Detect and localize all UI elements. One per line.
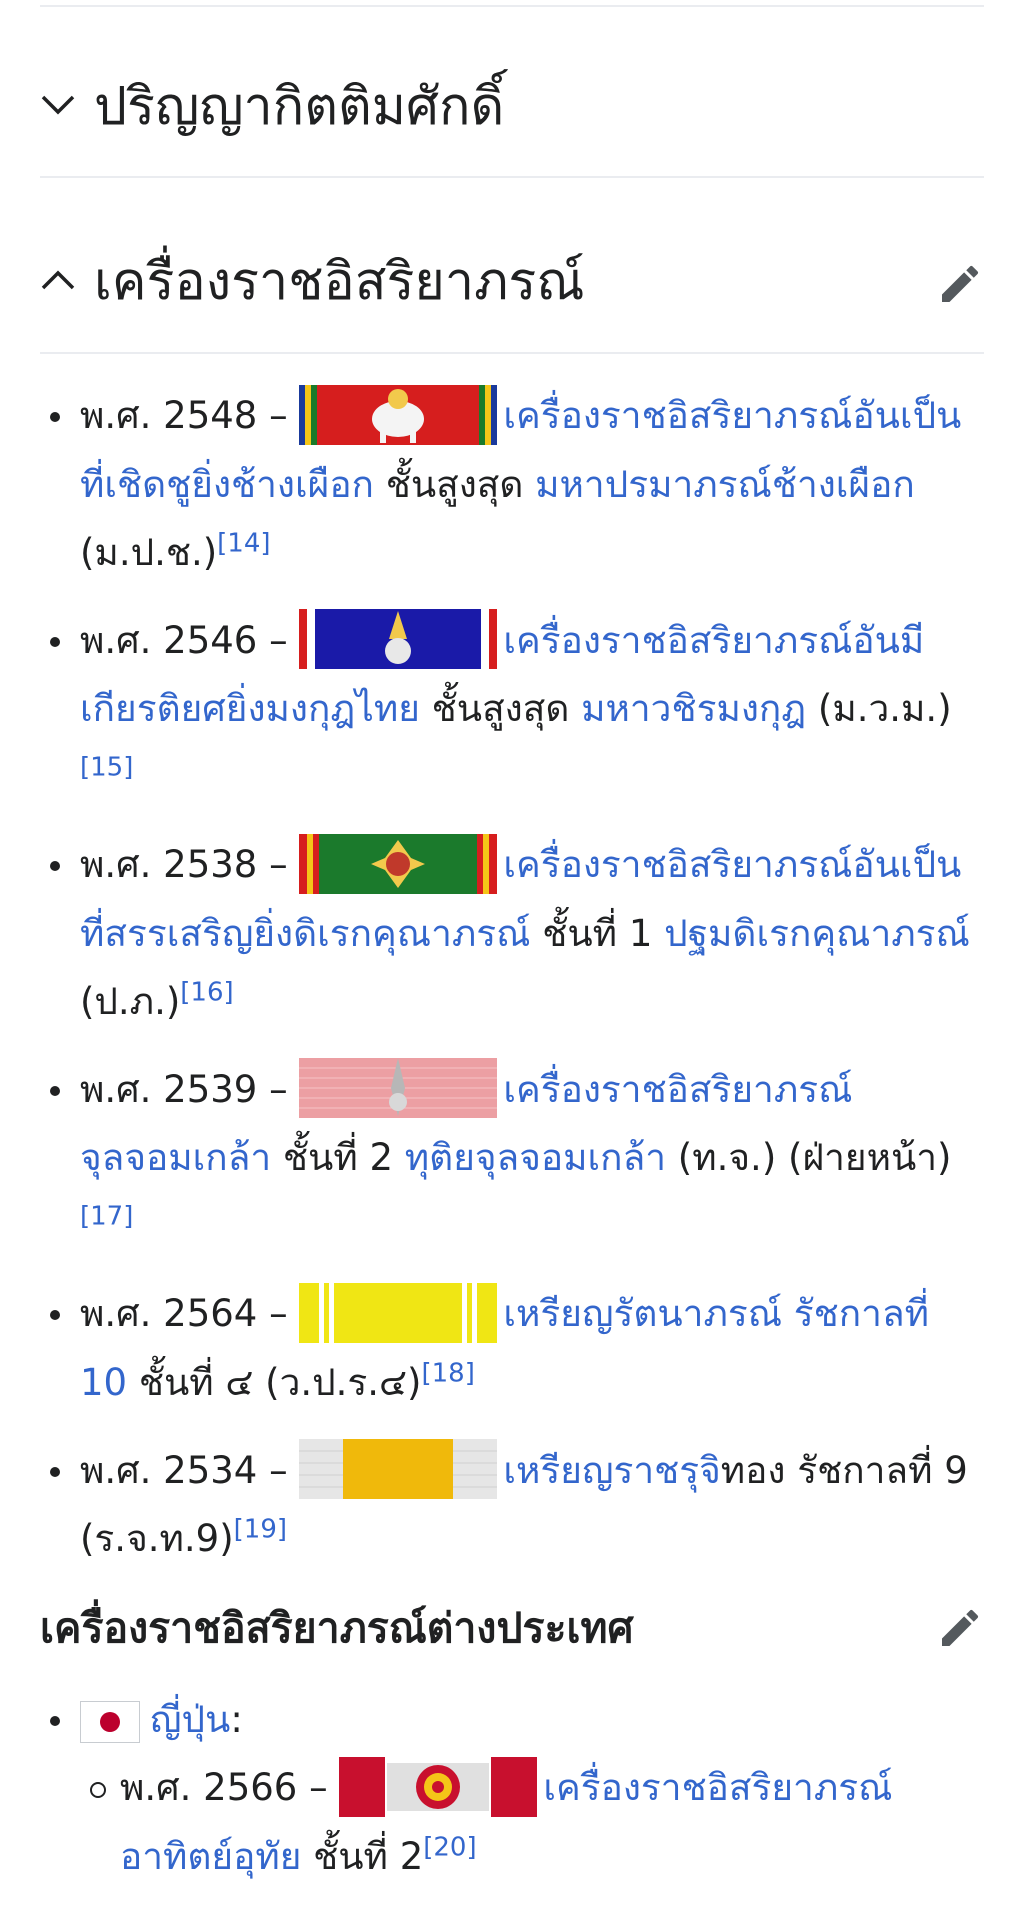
section-divider xyxy=(40,352,984,354)
section-decorations-title: เครื่องราชอิสริยาภรณ์ xyxy=(94,251,585,312)
award-class: ชั้นสูงสุด xyxy=(373,462,536,506)
ribbon-rajaruchi xyxy=(299,1439,498,1499)
foreign-list: ญี่ปุ่น: พ.ศ. 2566 – เครื่องราชอิสริยาภร… xyxy=(40,1686,984,1891)
ribbon-crown-of-thailand xyxy=(299,609,498,669)
ref-link[interactable]: [18] xyxy=(421,1358,474,1388)
award-class-link[interactable]: มหาวชิรมงกุฎ xyxy=(581,687,806,730)
page: ปริญญากิตติมศักดิ์ เครื่องราชอิสริยาภรณ์… xyxy=(0,0,1024,1905)
ribbon-rising-sun xyxy=(339,1756,538,1817)
award-year: พ.ศ. 2534 xyxy=(80,1448,258,1492)
award-year: พ.ศ. 2564 xyxy=(80,1292,258,1335)
award-link[interactable]: เหรียญราชรุจิ xyxy=(503,1449,720,1492)
list-item: พ.ศ. 2566 – เครื่องราชอิสริยาภรณ์อาทิตย์… xyxy=(80,1754,984,1891)
edit-pencil-icon[interactable] xyxy=(936,1604,984,1652)
ref-link[interactable]: [16] xyxy=(180,977,233,1007)
ref-link[interactable]: [14] xyxy=(217,528,270,558)
dash: – xyxy=(257,394,300,437)
list-item: พ.ศ. 2546 – เครื่องราชอิสริยาภรณ์อันมีเก… xyxy=(40,607,984,812)
dash: – xyxy=(257,843,300,886)
foreign-sublist: พ.ศ. 2566 – เครื่องราชอิสริยาภรณ์อาทิตย์… xyxy=(80,1754,984,1891)
award-year: พ.ศ. 2546 xyxy=(80,618,258,662)
dash: – xyxy=(257,1448,300,1492)
foreign-decorations-title: เครื่องราชอิสริยาภรณ์ต่างประเทศ xyxy=(40,1603,634,1652)
award-class: ชั้นที่ 2 xyxy=(301,1834,424,1878)
ribbon-chula-chom-klao xyxy=(299,1058,498,1118)
section-honorary-title: ปริญญากิตติมศักดิ์ xyxy=(94,76,505,137)
ref-link[interactable]: [20] xyxy=(423,1832,476,1862)
ribbon-rattanabhorn xyxy=(299,1282,498,1343)
dash: – xyxy=(257,1292,300,1335)
award-class-link[interactable]: มหาปรมาภรณ์ช้างเผือก xyxy=(535,463,915,506)
awards-list: พ.ศ. 2548 – เครื่องราชอิสริยาภรณ์อันเป็น… xyxy=(40,382,984,1573)
award-class: ชั้นที่ ๔ (ว.ป.ร.๔) xyxy=(127,1360,422,1404)
japan-flag-icon xyxy=(80,1700,140,1743)
edit-pencil-icon[interactable] xyxy=(936,260,984,308)
country-suffix: : xyxy=(230,1698,243,1741)
list-item: พ.ศ. 2564 – เหรียญรัตนาภรณ์ รัชกาลที่ 10… xyxy=(40,1280,984,1417)
award-year: พ.ศ. 2548 xyxy=(80,394,258,437)
list-item: ญี่ปุ่น: พ.ศ. 2566 – เครื่องราชอิสริยาภร… xyxy=(40,1686,984,1891)
ribbon-white-elephant xyxy=(299,384,498,445)
award-year: พ.ศ. 2538 xyxy=(80,843,258,886)
section-decorations-header[interactable]: เครื่องราชอิสริยาภรณ์ xyxy=(40,240,984,320)
list-item: พ.ศ. 2539 – เครื่องราชอิสริยาภรณ์จุลจอมเ… xyxy=(40,1056,984,1261)
chevron-down-icon xyxy=(40,81,88,129)
award-abbr: (ท.จ.) (ฝ่ายหน้า) xyxy=(666,1136,952,1179)
list-item: พ.ศ. 2534 – เหรียญราชรุจิทอง รัชกาลที่ 9… xyxy=(40,1437,984,1574)
section-honorary-header[interactable]: ปริญญากิตติมศักดิ์ xyxy=(40,65,984,145)
list-item: พ.ศ. 2548 – เครื่องราชอิสริยาภรณ์อันเป็น… xyxy=(40,382,984,587)
ref-link[interactable]: [17] xyxy=(80,1202,133,1232)
award-class-link[interactable]: ปฐมดิเรกคุณาภรณ์ xyxy=(664,912,970,955)
award-class: ชั้นสูงสุด xyxy=(419,687,582,730)
award-abbr: (ม.ว.ม.) xyxy=(806,687,952,730)
dash: – xyxy=(297,1766,340,1809)
dash: – xyxy=(257,618,300,662)
award-year: พ.ศ. 2566 xyxy=(120,1766,298,1809)
chevron-up-icon xyxy=(40,256,88,304)
foreign-decorations-header: เครื่องราชอิสริยาภรณ์ต่างประเทศ xyxy=(40,1588,984,1668)
list-item: พ.ศ. 2538 – เครื่องราชอิสริยาภรณ์อันเป็น… xyxy=(40,831,984,1036)
award-class: ชั้นที่ 2 xyxy=(271,1136,405,1179)
ribbon-direkgunabhorn xyxy=(299,833,498,894)
award-year: พ.ศ. 2539 xyxy=(80,1067,258,1111)
award-abbr: (ป.ภ.) xyxy=(80,979,181,1023)
ref-link[interactable]: [19] xyxy=(234,1515,287,1545)
award-class: ชั้นที่ 1 xyxy=(530,911,665,955)
section-divider xyxy=(40,176,984,178)
country-link[interactable]: ญี่ปุ่น xyxy=(150,1698,230,1741)
top-divider xyxy=(40,5,984,7)
award-class-link[interactable]: ทุติยจุลจอมเกล้า xyxy=(405,1136,666,1179)
award-abbr: (ม.ป.ช.) xyxy=(80,530,218,574)
dash: – xyxy=(257,1067,300,1111)
ref-link[interactable]: [15] xyxy=(80,753,133,783)
